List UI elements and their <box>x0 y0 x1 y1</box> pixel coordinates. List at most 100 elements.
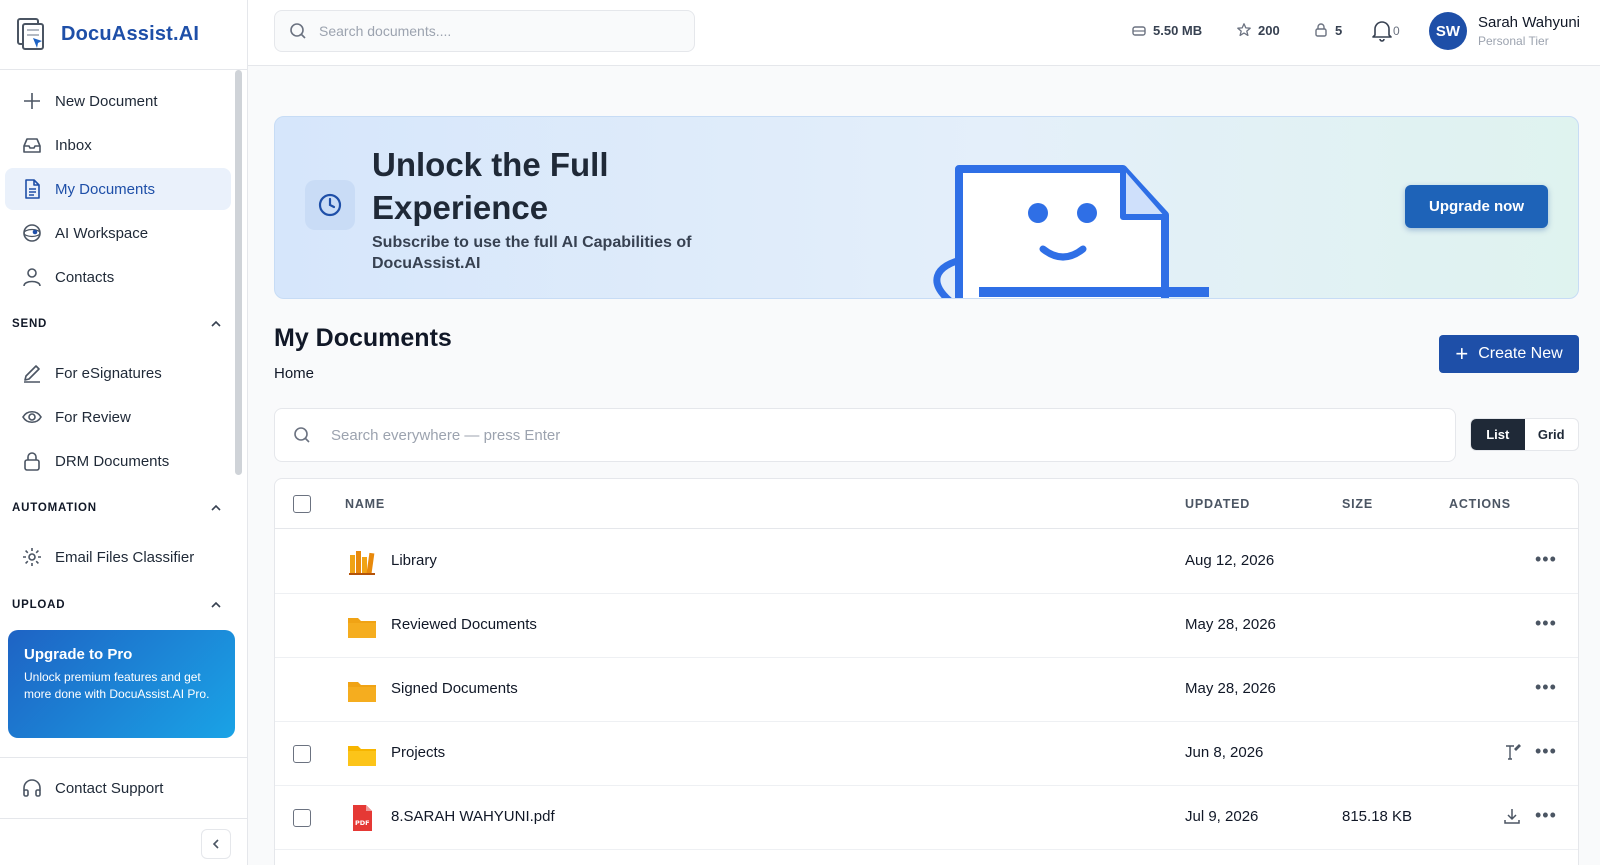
app-logo[interactable]: DocuAssist.AI <box>0 0 247 70</box>
plus-icon: + <box>1455 341 1469 366</box>
download-icon[interactable] <box>1503 807 1521 825</box>
logo-icon <box>17 17 44 50</box>
pen-icon <box>24 365 40 383</box>
sidebar-item-contacts[interactable]: Contacts <box>5 256 231 298</box>
headset-icon <box>23 779 41 797</box>
column-actions: ACTIONS <box>1449 497 1511 511</box>
sidebar-item-new-document[interactable]: New Document <box>5 80 231 122</box>
table-row[interactable]: Signed Documents May 28, 2026 ••• <box>275 658 1578 722</box>
section-upload-header[interactable]: UPLOAD <box>12 599 222 611</box>
storage-usage[interactable]: 5.50 MB <box>1131 22 1202 38</box>
table-row[interactable]: PDF 8.SARAH WAHYUNI.pdf Jul 9, 2026 815.… <box>275 786 1578 850</box>
pdf-file-icon: PDF <box>353 805 372 831</box>
document-icon <box>25 179 40 199</box>
svg-text:PDF: PDF <box>355 819 370 827</box>
eye-icon <box>22 410 42 424</box>
row-checkbox[interactable] <box>293 809 311 827</box>
upgrade-now-button[interactable]: Upgrade now <box>1405 185 1548 228</box>
more-options-icon[interactable]: ••• <box>1535 678 1557 696</box>
row-name[interactable]: Projects <box>391 744 445 761</box>
global-search[interactable] <box>274 10 695 52</box>
column-updated[interactable]: UPDATED <box>1185 497 1250 511</box>
folder-icon <box>348 618 376 638</box>
contact-support-link[interactable]: Contact Support <box>0 757 248 819</box>
row-updated: May 28, 2026 <box>1185 680 1276 697</box>
topbar: 5.50 MB 200 5 0 SW Sarah Wahyuni Persona… <box>248 0 1600 66</box>
row-updated: May 28, 2026 <box>1185 616 1276 633</box>
lock-icon <box>24 452 40 471</box>
sidebar-item-label: DRM Documents <box>55 452 170 470</box>
list-view-button[interactable]: List <box>1471 419 1525 450</box>
more-options-icon[interactable]: ••• <box>1535 550 1557 568</box>
sidebar-item-drm-documents[interactable]: DRM Documents <box>5 440 231 482</box>
support-label: Contact Support <box>55 779 164 797</box>
more-options-icon[interactable]: ••• <box>1535 742 1557 760</box>
upgrade-banner: Unlock the Full Experience Subscribe to … <box>274 116 1579 299</box>
chevron-up-icon <box>211 320 221 327</box>
table-row[interactable]: Library Aug 12, 2026 ••• <box>275 530 1578 594</box>
folder-icon <box>348 746 376 766</box>
sidebar-item-ai-workspace[interactable]: AI Workspace <box>5 212 231 254</box>
smiling-document-illustration <box>933 165 1209 298</box>
table-row[interactable]: Projects Jun 8, 2026 ••• <box>275 722 1578 786</box>
column-size[interactable]: SIZE <box>1342 497 1373 511</box>
documents-table: NAME UPDATED SIZE ACTIONS Library Aug 12… <box>274 478 1579 865</box>
notifications-button[interactable]: 0 <box>1371 18 1400 42</box>
sidebar-item-for-review[interactable]: For Review <box>5 396 231 438</box>
sidebar-item-label: For Review <box>55 408 131 426</box>
folder-icon <box>348 682 376 702</box>
credits-count[interactable]: 200 <box>1236 22 1280 38</box>
more-options-icon[interactable]: ••• <box>1535 614 1557 632</box>
sidebar-item-label: AI Workspace <box>55 224 149 242</box>
bell-icon <box>1372 21 1392 42</box>
sidebar-item-label: My Documents <box>55 180 156 198</box>
document-search-input[interactable] <box>331 426 1431 444</box>
row-updated: Jun 8, 2026 <box>1185 744 1264 761</box>
column-name[interactable]: NAME <box>345 497 385 511</box>
app-name: DocuAssist.AI <box>61 23 200 45</box>
row-name[interactable]: Signed Documents <box>391 680 518 697</box>
rename-icon[interactable] <box>1503 743 1521 761</box>
sidebar-item-label: For eSignatures <box>55 364 162 382</box>
create-new-button[interactable]: + Create New <box>1439 335 1579 373</box>
row-name[interactable]: Library <box>391 552 437 569</box>
user-name[interactable]: Sarah Wahyuni <box>1478 14 1580 31</box>
search-icon <box>290 23 306 39</box>
global-search-input[interactable] <box>319 23 679 39</box>
sidebar-item-email-files-classifier[interactable]: Email Files Classifier <box>5 536 231 578</box>
row-name[interactable]: 8.SARAH WAHYUNI.pdf <box>391 808 555 825</box>
sidebar-item-my-documents[interactable]: My Documents <box>5 168 231 210</box>
grid-view-button[interactable]: Grid <box>1525 419 1579 450</box>
sidebar-item-for-esignatures[interactable]: For eSignatures <box>5 352 231 394</box>
select-all-checkbox[interactable] <box>293 495 311 513</box>
locked-count[interactable]: 5 <box>1313 22 1342 38</box>
banner-title: Unlock the Full Experience <box>372 146 609 226</box>
sidebar-item-label: Contacts <box>55 268 115 286</box>
document-search[interactable] <box>274 408 1456 462</box>
sidebar-item-inbox[interactable]: Inbox <box>5 124 231 166</box>
breadcrumb[interactable]: Home <box>274 365 314 382</box>
row-updated: Aug 12, 2026 <box>1185 552 1275 569</box>
section-title: SEND <box>12 318 48 330</box>
user-icon <box>23 268 41 287</box>
user-tier: Personal Tier <box>1478 34 1549 48</box>
banner-icon-box <box>305 180 355 230</box>
more-options-icon[interactable]: ••• <box>1535 806 1557 824</box>
sidebar-item-label: Inbox <box>55 136 92 154</box>
sidebar-scrollbar[interactable] <box>235 70 242 475</box>
row-checkbox[interactable] <box>293 745 311 763</box>
chevron-left-icon <box>212 839 219 849</box>
collapse-sidebar-button[interactable] <box>201 829 231 859</box>
library-icon <box>349 551 375 575</box>
sidebar: DocuAssist.AI New Document Inbox My Docu… <box>0 0 248 865</box>
table-row[interactable]: Reviewed Documents May 28, 2026 ••• <box>275 594 1578 658</box>
section-title: AUTOMATION <box>12 502 97 514</box>
view-toggle: List Grid <box>1470 418 1579 451</box>
section-automation-header[interactable]: AUTOMATION <box>12 502 222 514</box>
row-name[interactable]: Reviewed Documents <box>391 616 537 633</box>
plus-icon <box>24 93 40 109</box>
section-send-header[interactable]: SEND <box>12 318 222 330</box>
upgrade-promo-card[interactable]: Upgrade to Pro Unlock premium features a… <box>8 630 235 738</box>
avatar[interactable]: SW <box>1429 12 1467 50</box>
chevron-up-icon <box>211 601 221 608</box>
